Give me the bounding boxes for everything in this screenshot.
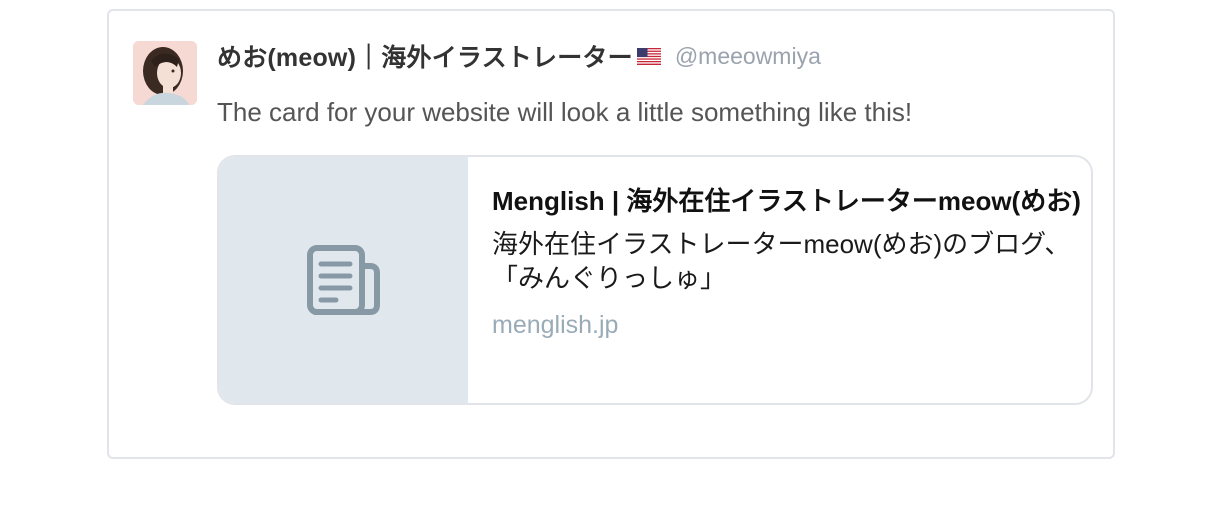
avatar-illustration — [133, 41, 197, 105]
display-name[interactable]: めお(meow)｜海外イラストレーター — [217, 38, 633, 74]
avatar[interactable] — [133, 41, 197, 105]
link-title[interactable]: Menglish | 海外在住イラストレーターmeow(めお) — [492, 183, 1084, 219]
link-domain[interactable]: menglish.jp — [492, 311, 1083, 340]
tweet-card: めお(meow)｜海外イラストレーター @meeowmiya The card … — [107, 9, 1115, 459]
link-preview-card[interactable]: Menglish | 海外在住イラストレーターmeow(めお) 海外在住イラスト… — [217, 155, 1093, 405]
link-description: 海外在住イラストレーターmeow(めお)のブログ、「みんぐりっしゅ」 — [492, 229, 1071, 293]
document-icon — [306, 245, 380, 315]
us-flag-icon — [636, 47, 661, 65]
link-card-body: Menglish | 海外在住イラストレーターmeow(めお) 海外在住イラスト… — [468, 157, 1091, 403]
link-thumbnail — [219, 157, 468, 403]
tweet-header: めお(meow)｜海外イラストレーター @meeowmiya — [217, 38, 821, 74]
tweet-text: The card for your website will look a li… — [217, 97, 913, 127]
user-handle[interactable]: @meeowmiya — [675, 43, 821, 70]
